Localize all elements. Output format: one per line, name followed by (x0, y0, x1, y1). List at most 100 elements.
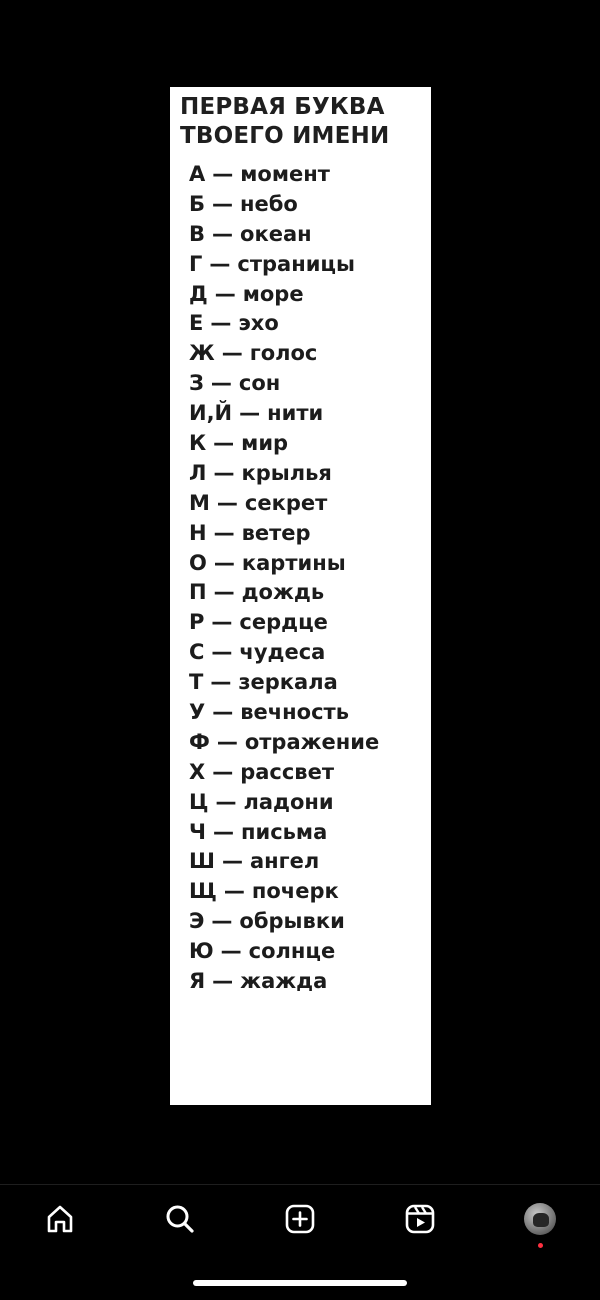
item-letter: Ч (189, 819, 206, 844)
item-word: вечность (240, 700, 349, 725)
list-item: В — океан (189, 220, 379, 250)
list-item: А — момент (189, 160, 379, 190)
item-word: момент (240, 162, 330, 186)
item-separator: — (215, 789, 237, 814)
item-letter: Т (189, 670, 204, 695)
item-word: голос (249, 341, 318, 366)
item-letter: Ж (189, 341, 215, 366)
list-item: З — сон (189, 369, 379, 399)
plus-square-icon (285, 1204, 315, 1234)
item-separator: — (216, 729, 238, 754)
list-item: Б — небо (189, 190, 379, 220)
letter-word-list: А — момент Б — небо В — океан Г — страницы Д — море Е — э… (189, 160, 379, 997)
item-word: рассвет (240, 759, 335, 784)
item-separator: — (212, 191, 234, 216)
item-separator: — (239, 401, 261, 426)
item-word: картины (241, 550, 346, 575)
item-word: эхо (238, 311, 279, 336)
item-separator: — (212, 759, 234, 784)
list-item: Н — ветер (189, 519, 379, 549)
item-separator: — (210, 311, 232, 336)
item-word: небо (240, 191, 298, 216)
tab-profile[interactable] (520, 1199, 560, 1239)
tab-home[interactable] (40, 1199, 80, 1239)
list-item: И,Й — нити (189, 399, 379, 429)
item-separator: — (213, 580, 235, 605)
search-icon (166, 1205, 194, 1233)
tab-search[interactable] (160, 1199, 200, 1239)
item-separator: — (221, 849, 243, 874)
item-separator: — (220, 939, 242, 964)
list-item: Я — жажда (189, 967, 379, 997)
item-letter: С (189, 640, 205, 665)
item-word: ветер (241, 520, 311, 545)
list-item: Ю — солнце (189, 937, 379, 967)
item-letter: Ю (189, 939, 214, 964)
item-separator: — (212, 700, 234, 725)
notification-dot (538, 1243, 543, 1248)
item-word: письма (240, 819, 328, 844)
item-separator: — (211, 909, 233, 934)
post-title-line: ТВОЕГО ИМЕНИ (180, 123, 390, 149)
item-letter: Р (189, 610, 205, 635)
list-item: Е — эхо (189, 309, 379, 339)
item-separator: — (211, 610, 233, 635)
post-title-line: ПЕРВАЯ БУКВА (180, 94, 385, 120)
item-word: секрет (244, 490, 328, 515)
list-item: Щ — почерк (189, 877, 379, 907)
item-letter: М (189, 490, 210, 515)
item-separator: — (221, 341, 243, 366)
post-title: ПЕРВАЯ БУКВА ТВОЕГО ИМЕНИ (180, 93, 425, 151)
list-item: Д — море (189, 280, 379, 310)
item-word: солнце (248, 939, 336, 964)
item-separator: — (209, 251, 231, 276)
item-letter: З (189, 371, 204, 396)
item-separator: — (213, 520, 235, 545)
item-separator: — (212, 819, 234, 844)
item-word: отражение (244, 729, 380, 754)
list-item: Э — обрывки (189, 907, 379, 937)
item-letter: Д (189, 281, 208, 306)
list-item: Ш — ангел (189, 847, 379, 877)
list-item: О — картины (189, 549, 379, 579)
item-separator: — (211, 640, 233, 665)
reels-icon (405, 1204, 435, 1234)
item-separator: — (213, 550, 235, 575)
item-letter: Я (189, 969, 206, 994)
list-item: Х — рассвет (189, 758, 379, 788)
item-separator: — (213, 431, 235, 456)
item-word: море (242, 281, 304, 306)
item-word: нити (267, 401, 324, 426)
item-letter: И,Й (189, 401, 233, 426)
item-word: жажда (240, 969, 328, 994)
list-item: У — вечность (189, 698, 379, 728)
item-separator: — (212, 969, 234, 994)
item-word: чудеса (239, 640, 326, 665)
list-item: М — секрет (189, 489, 379, 519)
list-item: С — чудеса (189, 638, 379, 668)
list-item: Р — сердце (189, 608, 379, 638)
item-word: дождь (241, 580, 325, 605)
item-word: обрывки (239, 909, 345, 934)
item-letter: Б (189, 191, 206, 216)
item-separator: — (223, 879, 245, 904)
item-letter: Щ (189, 879, 217, 904)
item-word: сон (238, 371, 281, 396)
item-letter: Г (189, 251, 203, 276)
item-letter: П (189, 580, 207, 605)
post-image-card: ПЕРВАЯ БУКВА ТВОЕГО ИМЕНИ А — момент Б — небо… (170, 87, 431, 1105)
item-letter: Л (189, 460, 207, 485)
item-word: почерк (251, 879, 339, 904)
item-letter: Э (189, 909, 205, 934)
item-letter: Н (189, 520, 207, 545)
item-letter: У (189, 700, 206, 725)
item-separator: — (210, 670, 232, 695)
item-letter: А (189, 162, 206, 186)
tab-create[interactable] (280, 1199, 320, 1239)
list-item: К — мир (189, 429, 379, 459)
item-separator: — (210, 371, 232, 396)
tab-reels[interactable] (400, 1199, 440, 1239)
item-letter: К (189, 431, 207, 456)
item-letter: Ф (189, 729, 210, 754)
item-letter: О (189, 550, 207, 575)
